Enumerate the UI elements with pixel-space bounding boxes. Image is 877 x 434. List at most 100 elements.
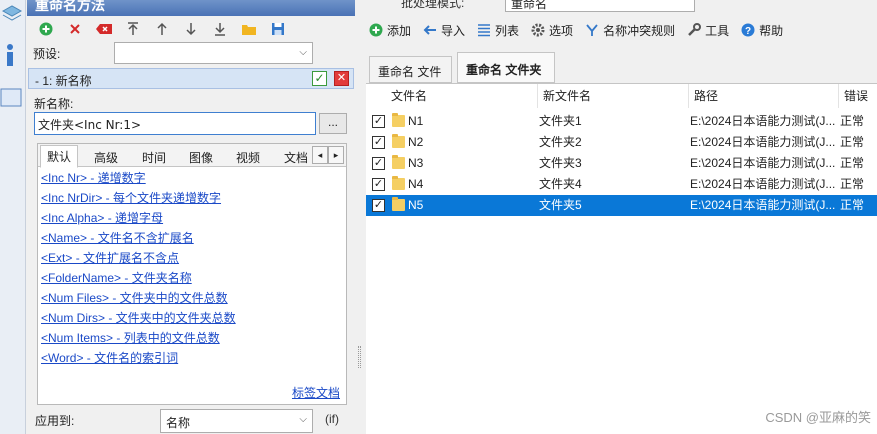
browse-button[interactable]: ... (319, 113, 347, 134)
apply-to-label: 应用到: (35, 414, 75, 428)
menu-add-label: 添加 (387, 23, 412, 38)
menu-options[interactable]: 选项 (531, 19, 573, 41)
menu-help[interactable]: ? 帮助 (741, 19, 783, 41)
list-icon (477, 23, 491, 37)
info-icon[interactable] (0, 42, 24, 66)
file-grid: 文件名 新文件名 路径 错误 ✓ N1 文件夹1 E:\2024日本语能力测试(… (366, 83, 877, 434)
clear-icon[interactable] (89, 18, 118, 40)
main-menubar: 添加 导入 列表 选项 名称冲突规则 工具 ? 帮助 (369, 18, 795, 42)
column-header-path[interactable]: 路径 (689, 84, 839, 108)
preset-dropdown[interactable]: ⌵ (114, 42, 313, 64)
table-row[interactable]: ✓ N1 文件夹1 E:\2024日本语能力测试(J... 正常 (366, 111, 877, 132)
row-checkbox[interactable]: ✓ (372, 199, 385, 212)
cell-error: 正常 (840, 177, 865, 191)
layers-icon[interactable] (0, 2, 24, 26)
add-icon (369, 23, 383, 37)
chevron-left-icon[interactable]: ◂ (312, 146, 328, 164)
tab-rename-files[interactable]: 重命名 文件 (369, 56, 452, 83)
column-header-new-name[interactable]: 新文件名 (538, 84, 689, 108)
cell-path: E:\2024日本语能力测试(J... (690, 177, 836, 191)
menu-list[interactable]: 列表 (477, 19, 519, 41)
menu-tools-label: 工具 (705, 23, 730, 38)
cell-new-name: 文件夹3 (539, 156, 582, 170)
panel-icon[interactable] (0, 86, 24, 110)
tag-list: <Inc Nr> - 递增数字 <Inc NrDir> - 每个文件夹递增数字 … (41, 168, 343, 368)
column-header-filename[interactable]: 文件名 (386, 84, 538, 108)
tag-link[interactable]: <Num Dirs> - 文件夹中的文件夹总数 (41, 308, 343, 328)
save-icon[interactable] (263, 18, 292, 40)
menu-tools[interactable]: 工具 (687, 19, 729, 41)
cell-filename: N3 (408, 156, 424, 170)
tag-link[interactable]: <Inc Nr> - 递增数字 (41, 168, 343, 188)
tag-link[interactable]: <Inc NrDir> - 每个文件夹递增数字 (41, 188, 343, 208)
apply-to-dropdown[interactable]: 名称 ⌵ (160, 409, 313, 433)
move-bottom-icon[interactable] (205, 18, 234, 40)
tab-document[interactable]: 文档 (278, 147, 312, 167)
tag-link[interactable]: <Ext> - 文件扩展名不含点 (41, 248, 343, 268)
folder-icon (392, 155, 405, 169)
chevron-right-icon[interactable]: ▸ (328, 146, 344, 164)
tab-default[interactable]: 默认 (40, 145, 79, 168)
cell-error: 正常 (840, 198, 865, 212)
import-icon (423, 23, 437, 37)
panel-splitter[interactable] (355, 0, 365, 434)
if-label: (if) (325, 412, 339, 426)
remove-method-icon[interactable]: ✕ (334, 71, 349, 86)
row-checkbox[interactable]: ✓ (372, 115, 385, 128)
menu-conflict-rules[interactable]: 名称冲突规则 (585, 19, 675, 41)
tab-advanced[interactable]: 高级 (88, 147, 124, 167)
row-checkbox[interactable]: ✓ (372, 136, 385, 149)
new-name-input[interactable]: 文件夹<Inc Nr:1> (34, 112, 316, 135)
side-icon-rail (0, 0, 26, 434)
tag-docs-link[interactable]: 标签文档 (292, 384, 340, 401)
tab-time[interactable]: 时间 (136, 147, 172, 167)
menu-help-label: 帮助 (759, 23, 784, 38)
table-row[interactable]: ✓ N2 文件夹2 E:\2024日本语能力测试(J... 正常 (366, 132, 877, 153)
cell-path: E:\2024日本语能力测试(J... (690, 198, 836, 212)
tag-tabs-panel: 默认 高级 时间 图像 视频 文档 ◂ ▸ <Inc Nr> - 递增数字 <I… (37, 143, 347, 405)
chevron-down-icon: ⌵ (299, 47, 307, 58)
cell-path: E:\2024日本语能力测试(J... (690, 114, 836, 128)
table-row-selected[interactable]: ✓ N5 文件夹5 E:\2024日本语能力测试(J... 正常 (366, 195, 877, 216)
cell-error: 正常 (840, 114, 865, 128)
delete-icon[interactable] (60, 18, 89, 40)
new-name-label: 新名称: (34, 97, 74, 111)
tag-link[interactable]: <FolderName> - 文件夹名称 (41, 268, 343, 288)
method-item[interactable]: - 1: 新名称 ✓ ✕ (28, 68, 354, 89)
folder-icon (392, 197, 405, 211)
add-icon[interactable] (31, 18, 60, 40)
table-row[interactable]: ✓ N3 文件夹3 E:\2024日本语能力测试(J... 正常 (366, 153, 877, 174)
cell-new-name: 文件夹5 (539, 198, 582, 212)
tab-video[interactable]: 视频 (230, 147, 266, 167)
apply-to-value: 名称 (166, 416, 191, 430)
move-up-icon[interactable] (147, 18, 176, 40)
batch-mode-value: 重命名 (511, 0, 548, 11)
batch-mode-dropdown[interactable]: 重命名 (505, 0, 695, 12)
tab-image[interactable]: 图像 (183, 147, 219, 167)
row-checkbox[interactable]: ✓ (372, 178, 385, 191)
tag-link[interactable]: <Inc Alpha> - 递增字母 (41, 208, 343, 228)
column-header-error[interactable]: 错误 (839, 84, 877, 108)
row-checkbox[interactable]: ✓ (372, 157, 385, 170)
tag-link[interactable]: <Word> - 文件名的索引词 (41, 348, 343, 368)
cell-error: 正常 (840, 135, 865, 149)
tag-link[interactable]: <Name> - 文件名不含扩展名 (41, 228, 343, 248)
move-top-icon[interactable] (118, 18, 147, 40)
cell-filename: N1 (408, 114, 424, 128)
tab-rename-folders[interactable]: 重命名 文件夹 (457, 52, 555, 83)
menu-conflict-label: 名称冲突规则 (603, 23, 676, 38)
chevron-down-icon: ⌵ (299, 414, 307, 425)
menu-add[interactable]: 添加 (369, 19, 411, 41)
cell-path: E:\2024日本语能力测试(J... (690, 156, 836, 170)
wrench-icon (687, 23, 702, 37)
open-folder-icon[interactable] (234, 18, 263, 40)
splitter-grip (358, 346, 361, 368)
menu-import[interactable]: 导入 (423, 19, 465, 41)
enable-checkbox-icon[interactable]: ✓ (312, 71, 327, 86)
table-row[interactable]: ✓ N4 文件夹4 E:\2024日本语能力测试(J... 正常 (366, 174, 877, 195)
tag-link[interactable]: <Num Files> - 文件夹中的文件总数 (41, 288, 343, 308)
help-icon: ? (741, 23, 755, 37)
preset-label: 预设: (33, 47, 61, 61)
move-down-icon[interactable] (176, 18, 205, 40)
tag-link[interactable]: <Num Items> - 列表中的文件总数 (41, 328, 343, 348)
